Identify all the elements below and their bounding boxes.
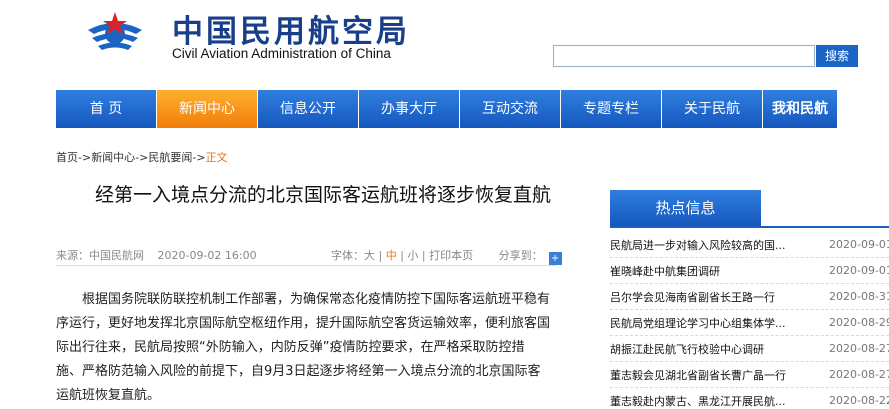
breadcrumb-current: 正文 bbox=[205, 151, 228, 164]
search-input[interactable] bbox=[553, 45, 815, 67]
hot-item-title[interactable]: 民航局党组理论学习中心组集体学... bbox=[610, 315, 805, 331]
hot-item-date: 2020-08-29 bbox=[829, 316, 889, 329]
hot-item-date: 2020-09-01 bbox=[829, 264, 889, 277]
site-title-en: Civil Aviation Administration of China bbox=[172, 46, 391, 61]
breadcrumb-section[interactable]: 民航要闻 bbox=[148, 151, 192, 164]
article-body: 根据国务院联防联控机制工作部署，为确保常态化疫情防控下国际客运航班平稳有序运行，… bbox=[56, 292, 551, 403]
article-meta: 来源：中国民航网 2020-09-02 16:00 字体：大 | 中 | 小 |… bbox=[56, 238, 562, 266]
list-item[interactable]: 胡振江赴民航飞行校验中心调研 2020-08-27 bbox=[610, 336, 889, 362]
list-item[interactable]: 民航局进一步对输入风险较高的国... 2020-09-01 bbox=[610, 232, 889, 258]
article-title: 经第一入境点分流的北京国际客运航班将逐步恢复直航 bbox=[94, 184, 551, 206]
hot-item-date: 2020-08-31 bbox=[829, 290, 889, 303]
print-page-link[interactable]: 打印本页 bbox=[429, 249, 473, 262]
breadcrumb-sep: -> bbox=[135, 151, 149, 164]
site-title-cn: 中国民用航空局 bbox=[172, 14, 410, 50]
font-size-large[interactable]: 大 bbox=[364, 249, 375, 262]
share-label: 分享到： bbox=[498, 249, 543, 262]
share-plus-icon[interactable]: + bbox=[548, 252, 562, 265]
nav-info-disclosure[interactable]: 信息公开 bbox=[258, 90, 358, 128]
breadcrumb-news[interactable]: 新闻中心 bbox=[91, 151, 135, 164]
nav-service-hall[interactable]: 办事大厅 bbox=[359, 90, 459, 128]
hot-item-date: 2020-09-01 bbox=[829, 238, 889, 251]
hot-info-list: 民航局进一步对输入风险较高的国... 2020-09-01 崔晓峰赴中航集团调研 2… bbox=[610, 232, 889, 409]
hot-item-title[interactable]: 董志毅赴内蒙古、黑龙江开展民航... bbox=[610, 393, 805, 409]
hot-item-title[interactable]: 吕尔学会见海南省副省长王路一行 bbox=[610, 289, 805, 305]
nav-about[interactable]: 关于民航 bbox=[662, 90, 762, 128]
main-nav: 首 页 新闻中心 信息公开 办事大厅 互动交流 专题专栏 关于民航 我和民航 bbox=[56, 90, 843, 128]
list-item[interactable]: 民航局党组理论学习中心组集体学... 2020-08-29 bbox=[610, 310, 889, 336]
breadcrumb: 首页->新闻中心->民航要闻->正文 bbox=[56, 149, 228, 165]
hot-info-divider bbox=[610, 226, 889, 228]
hot-item-title[interactable]: 民航局进一步对输入风险较高的国... bbox=[610, 237, 805, 253]
font-size-label: 字体： bbox=[331, 249, 364, 262]
nav-home[interactable]: 首 页 bbox=[56, 90, 156, 128]
breadcrumb-sep: -> bbox=[78, 151, 92, 164]
hot-item-date: 2020-08-27 bbox=[829, 368, 889, 381]
hot-item-title[interactable]: 董志毅会见湖北省副省长曹广晶一行 bbox=[610, 367, 805, 383]
nav-interaction[interactable]: 互动交流 bbox=[460, 90, 560, 128]
caac-logo bbox=[88, 12, 142, 50]
breadcrumb-home[interactable]: 首页 bbox=[56, 151, 78, 164]
list-item[interactable]: 吕尔学会见海南省副省长王路一行 2020-08-31 bbox=[610, 284, 889, 310]
nav-news-center[interactable]: 新闻中心 bbox=[157, 90, 257, 128]
nav-special-topics[interactable]: 专题专栏 bbox=[561, 90, 661, 128]
hot-item-title[interactable]: 胡振江赴民航飞行校验中心调研 bbox=[610, 341, 805, 357]
article-date: 2020-09-02 16:00 bbox=[157, 249, 257, 262]
list-item[interactable]: 董志毅会见湖北省副省长曹广晶一行 2020-08-27 bbox=[610, 362, 889, 388]
font-size-small[interactable]: 小 bbox=[407, 249, 418, 262]
list-item[interactable]: 董志毅赴内蒙古、黑龙江开展民航... 2020-08-22 bbox=[610, 388, 889, 409]
hot-item-date: 2020-08-22 bbox=[829, 394, 889, 407]
article-source: 来源：中国民航网 bbox=[56, 249, 144, 262]
font-size-medium[interactable]: 中 bbox=[386, 249, 397, 262]
breadcrumb-sep: -> bbox=[192, 151, 206, 164]
list-item[interactable]: 崔晓峰赴中航集团调研 2020-09-01 bbox=[610, 258, 889, 284]
hot-item-title[interactable]: 崔晓峰赴中航集团调研 bbox=[610, 263, 805, 279]
search-button[interactable]: 搜索 bbox=[816, 45, 858, 67]
hot-info-heading: 热点信息 bbox=[610, 190, 761, 226]
nav-me-and-caac[interactable]: 我和民航 bbox=[763, 90, 837, 128]
hot-item-date: 2020-08-27 bbox=[829, 342, 889, 355]
